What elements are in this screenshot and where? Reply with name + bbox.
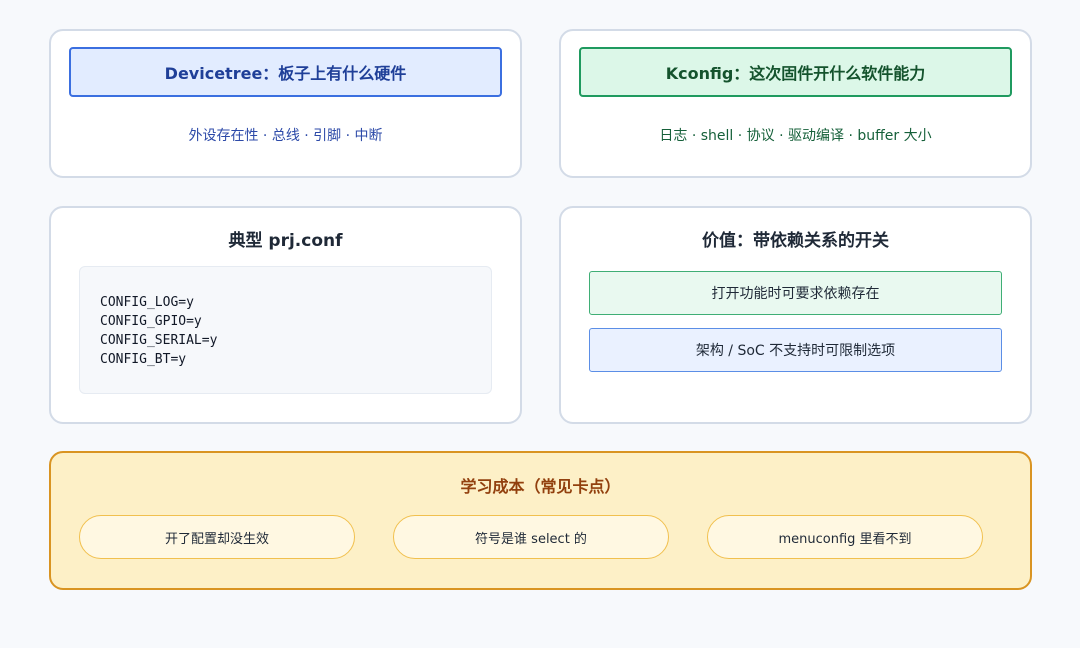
code-line: CONFIG_SERIAL=y [100, 333, 218, 348]
code-line: CONFIG_GPIO=y [100, 314, 202, 329]
prjconf-card: 典型 prj.conf CONFIG_LOG=y CONFIG_GPIO=y C… [49, 206, 522, 424]
devicetree-card: Devicetree：板子上有什么硬件 外设存在性 · 总线 · 引脚 · 中断 [49, 29, 522, 178]
kconfig-title: Kconfig：这次固件开什么软件能力 [579, 47, 1012, 97]
cost-item-menuconfig-missing: menuconfig 里看不到 [707, 515, 983, 559]
devicetree-title: Devicetree：板子上有什么硬件 [69, 47, 502, 97]
value-card: 价值：带依赖关系的开关 打开功能时可要求依赖存在 架构 / SoC 不支持时可限… [559, 206, 1032, 424]
value-title: 价值：带依赖关系的开关 [702, 231, 889, 251]
kconfig-card: Kconfig：这次固件开什么软件能力 日志 · shell · 协议 · 驱动… [559, 29, 1032, 178]
prjconf-title: 典型 prj.conf [228, 231, 343, 251]
cost-item-who-selects: 符号是谁 select 的 [393, 515, 669, 559]
cost-item-config-not-effective: 开了配置却没生效 [79, 515, 355, 559]
code-line: CONFIG_LOG=y [100, 295, 194, 310]
code-line: CONFIG_BT=y [100, 352, 187, 367]
devicetree-subtitle: 外设存在性 · 总线 · 引脚 · 中断 [188, 128, 383, 144]
learning-cost-card: 学习成本（常见卡点） 开了配置却没生效 符号是谁 select 的 menuco… [49, 451, 1032, 590]
prjconf-code-block: CONFIG_LOG=y CONFIG_GPIO=y CONFIG_SERIAL… [79, 266, 492, 394]
value-item-restriction: 架构 / SoC 不支持时可限制选项 [589, 328, 1002, 372]
kconfig-subtitle: 日志 · shell · 协议 · 驱动编译 · buffer 大小 [659, 128, 932, 144]
value-item-dependency: 打开功能时可要求依赖存在 [589, 271, 1002, 315]
learning-cost-title: 学习成本（常见卡点） [460, 477, 621, 496]
